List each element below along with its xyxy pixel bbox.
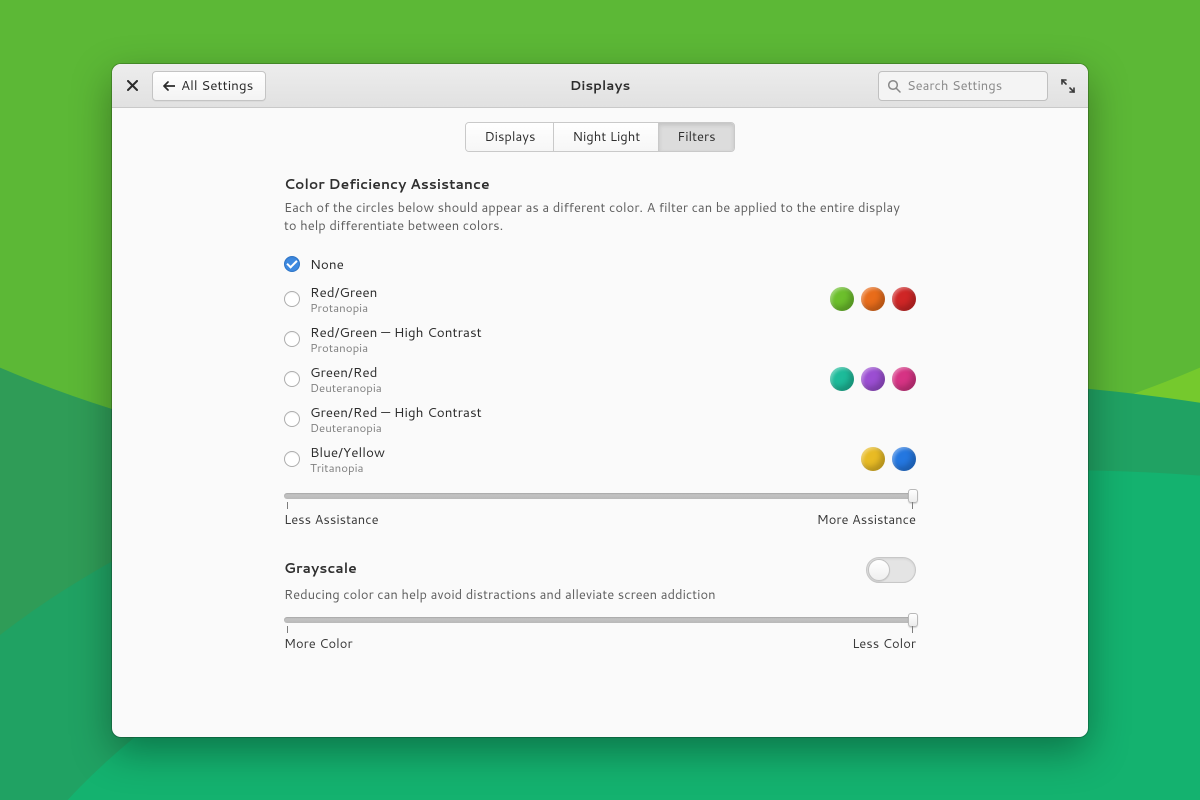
search-field[interactable]: [878, 71, 1048, 101]
cda-option-sublabel: Tritanopia: [310, 461, 385, 474]
cda-option-sublabel: Protanopia: [310, 301, 377, 314]
radio-button[interactable]: [284, 256, 300, 272]
color-swatch: [892, 367, 916, 391]
search-input[interactable]: [907, 77, 1039, 95]
color-swatches: [830, 367, 916, 391]
cda-slider-handle[interactable]: [908, 489, 918, 503]
color-swatch: [861, 287, 885, 311]
color-swatch: [892, 447, 916, 471]
cda-slider-left-label: Less Assistance: [284, 511, 379, 529]
color-swatches: [861, 447, 916, 471]
titlebar: All Settings Displays: [112, 64, 1088, 108]
cda-option[interactable]: Red/Green — High ContrastProtanopia: [284, 319, 916, 359]
grayscale-title: Grayscale: [284, 558, 866, 578]
cda-option[interactable]: Green/RedDeuteranopia: [284, 359, 916, 399]
settings-window: All Settings Displays DisplaysNight Ligh…: [112, 64, 1088, 737]
color-swatches: [830, 287, 916, 311]
grayscale-slider-handle[interactable]: [908, 613, 918, 627]
radio-button[interactable]: [284, 451, 300, 467]
close-icon[interactable]: [120, 74, 144, 98]
tab-night-light[interactable]: Night Light: [554, 123, 659, 151]
grayscale-slider-right-label: Less Color: [852, 635, 916, 653]
grayscale-desc: Reducing color can help avoid distractio…: [284, 586, 916, 604]
color-swatch: [830, 287, 854, 311]
cda-slider[interactable]: [284, 493, 916, 499]
cda-option-sublabel: Protanopia: [310, 341, 482, 354]
tab-filters[interactable]: Filters: [659, 123, 733, 151]
cda-option[interactable]: None: [284, 249, 916, 279]
back-button-label: All Settings: [181, 76, 253, 95]
radio-button[interactable]: [284, 371, 300, 387]
color-swatch: [861, 447, 885, 471]
grayscale-slider-left-label: More Color: [284, 635, 353, 653]
radio-button[interactable]: [284, 291, 300, 307]
cda-desc: Each of the circles below should appear …: [284, 199, 916, 235]
search-icon: [887, 79, 901, 93]
radio-button[interactable]: [284, 331, 300, 347]
color-swatch: [830, 367, 854, 391]
color-swatch: [861, 367, 885, 391]
grayscale-toggle-knob: [868, 559, 890, 581]
tab-bar: DisplaysNight LightFilters: [112, 122, 1088, 152]
cda-title: Color Deficiency Assistance: [284, 174, 916, 194]
grayscale-toggle[interactable]: [866, 557, 916, 583]
fullscreen-icon[interactable]: [1056, 74, 1080, 98]
back-button[interactable]: All Settings: [152, 71, 266, 101]
color-swatch: [892, 287, 916, 311]
cda-option[interactable]: Blue/YellowTritanopia: [284, 439, 916, 479]
cda-option-label: None: [310, 257, 344, 273]
arrow-left-icon: [163, 76, 175, 96]
cda-option-sublabel: Deuteranopia: [310, 381, 382, 394]
cda-option[interactable]: Red/GreenProtanopia: [284, 279, 916, 319]
radio-button[interactable]: [284, 411, 300, 427]
cda-option-sublabel: Deuteranopia: [310, 421, 482, 434]
cda-slider-right-label: More Assistance: [817, 511, 916, 529]
tab-displays[interactable]: Displays: [466, 123, 554, 151]
cda-option[interactable]: Green/Red — High ContrastDeuteranopia: [284, 399, 916, 439]
grayscale-slider[interactable]: [284, 617, 916, 623]
